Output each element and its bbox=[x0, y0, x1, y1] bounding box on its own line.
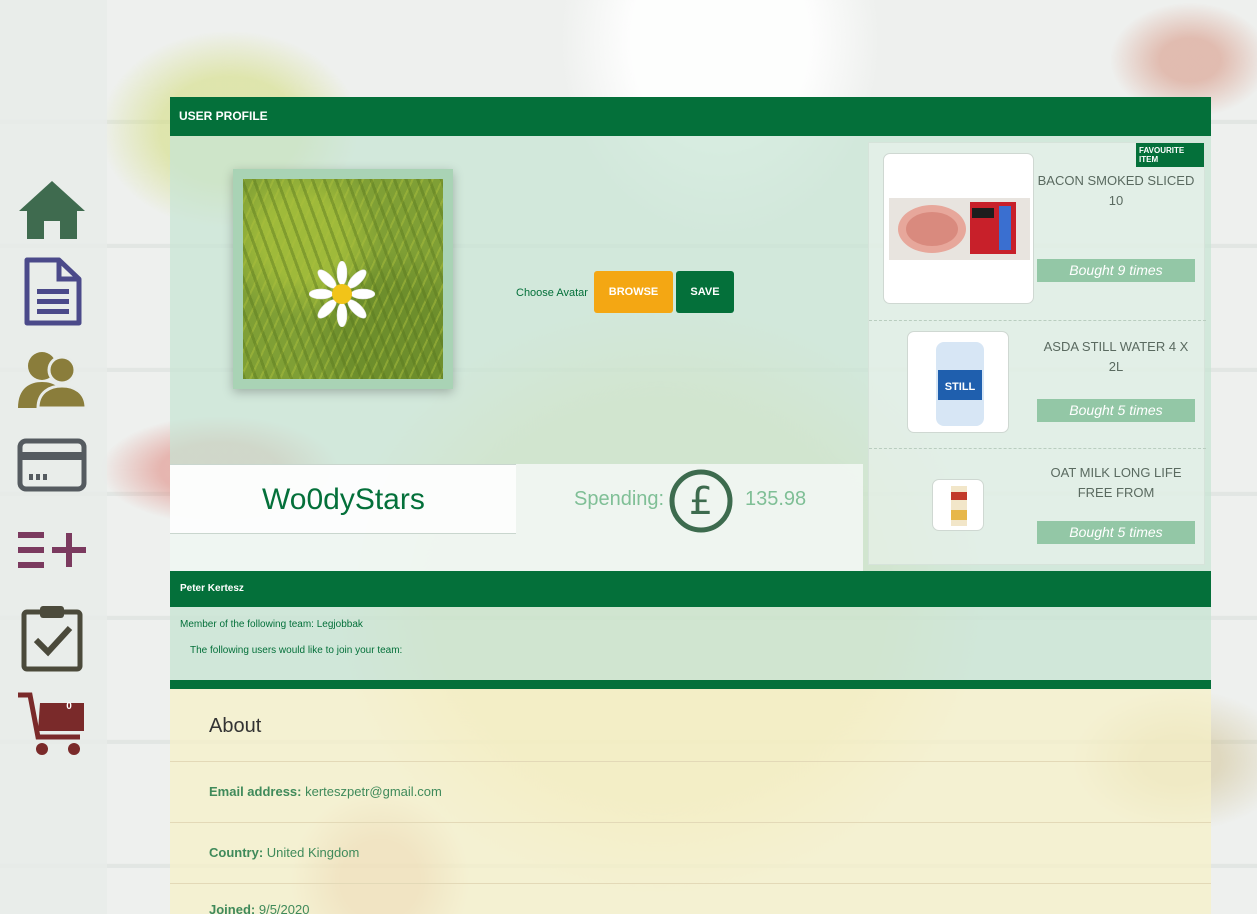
nav-documents[interactable] bbox=[14, 257, 90, 326]
bacon-pack-image bbox=[889, 198, 1030, 260]
choose-avatar-label: Choose Avatar bbox=[516, 287, 588, 299]
country-label: Country: bbox=[209, 845, 264, 860]
username-box: Wo0dyStars bbox=[170, 464, 516, 534]
nav-checklist[interactable] bbox=[14, 604, 90, 672]
favourite-item[interactable]: BACON SMOKED SLICED 10 Bought 9 times bbox=[869, 143, 1206, 321]
favourite-item-name: BACON SMOKED SLICED 10 bbox=[1037, 173, 1195, 208]
profile-header: USER PROFILE bbox=[170, 97, 1211, 136]
joined-value: 9/5/2020 bbox=[258, 902, 310, 914]
add-list-icon bbox=[18, 532, 86, 568]
profile-panel: Choose Avatar BROWSE SAVE Wo0dyStars Spe… bbox=[170, 136, 1211, 571]
favourite-item-count: Bought 9 times bbox=[1037, 259, 1195, 282]
clipboard-check-icon bbox=[21, 606, 83, 672]
avatar bbox=[243, 179, 443, 379]
nav-payment[interactable] bbox=[14, 431, 90, 499]
product-image-oat-milk bbox=[932, 479, 984, 531]
favourite-item-name: ASDA STILL WATER 4 X 2L bbox=[1043, 339, 1189, 374]
team-membership-text: Member of the following team: Legjobbak bbox=[180, 619, 363, 630]
favourite-item-name: OAT MILK LONG LIFE FREE FROM bbox=[1050, 465, 1182, 500]
save-button[interactable]: SAVE bbox=[676, 271, 734, 313]
product-image-bacon bbox=[883, 153, 1034, 304]
spending-value: 135.98 bbox=[745, 488, 807, 510]
spending-label: Spending: bbox=[574, 488, 665, 510]
team-section-footer bbox=[170, 680, 1211, 689]
about-title: About bbox=[209, 715, 262, 737]
about-country-row: Country: United Kingdom bbox=[170, 822, 1211, 883]
water-pack-image: STILL bbox=[936, 342, 984, 426]
avatar-frame bbox=[233, 169, 453, 389]
joined-label: Joined: bbox=[209, 902, 256, 914]
daisy-avatar-image bbox=[309, 261, 375, 327]
document-icon bbox=[24, 257, 82, 326]
browse-button[interactable]: BROWSE bbox=[594, 271, 673, 313]
product-image-water: STILL bbox=[907, 331, 1009, 433]
team-join-requests-text: The following users would like to join y… bbox=[190, 645, 403, 656]
svg-text:STILL: STILL bbox=[945, 381, 976, 393]
oat-milk-image bbox=[951, 486, 967, 526]
nav-cart[interactable]: 0 bbox=[14, 690, 90, 758]
about-section: About Email address: kerteszpetr@gmail.c… bbox=[170, 689, 1211, 914]
sidebar: 0 bbox=[0, 0, 107, 914]
team-section: Member of the following team: Legjobbak … bbox=[170, 607, 1211, 680]
email-label: Email address: bbox=[209, 784, 302, 799]
country-value: United Kingdom bbox=[266, 845, 360, 860]
favourite-item[interactable]: OAT MILK LONG LIFE FREE FROM Bought 5 ti… bbox=[869, 449, 1206, 566]
team-owner-header: Peter Kertesz bbox=[170, 571, 1211, 607]
about-joined-row: Joined: 9/5/2020 bbox=[170, 883, 1211, 914]
nav-add-list[interactable] bbox=[14, 516, 90, 584]
nav-home[interactable] bbox=[14, 176, 90, 244]
favourite-item-count: Bought 5 times bbox=[1037, 399, 1195, 422]
nav-users[interactable] bbox=[14, 344, 90, 412]
pound-icon: £ bbox=[669, 469, 733, 533]
home-icon bbox=[19, 181, 85, 239]
username: Wo0dyStars bbox=[262, 483, 425, 516]
favourite-item[interactable]: STILL ASDA STILL WATER 4 X 2L Bought 5 t… bbox=[869, 321, 1206, 449]
credit-card-icon bbox=[17, 438, 87, 492]
favourite-item-count: Bought 5 times bbox=[1037, 521, 1195, 544]
email-value: kerteszpetr@gmail.com bbox=[305, 784, 442, 799]
svg-text:£: £ bbox=[689, 479, 713, 523]
cart-count-badge: 0 bbox=[66, 701, 72, 712]
user-strip: Wo0dyStars Spending: £ 135.98 bbox=[170, 464, 863, 571]
users-icon bbox=[18, 352, 88, 410]
favourite-items-panel: FAVOURITE ITEM BACON SMOKED SLICED 10 Bo… bbox=[868, 142, 1206, 566]
about-email-row: Email address: kerteszpetr@gmail.com bbox=[170, 761, 1211, 822]
